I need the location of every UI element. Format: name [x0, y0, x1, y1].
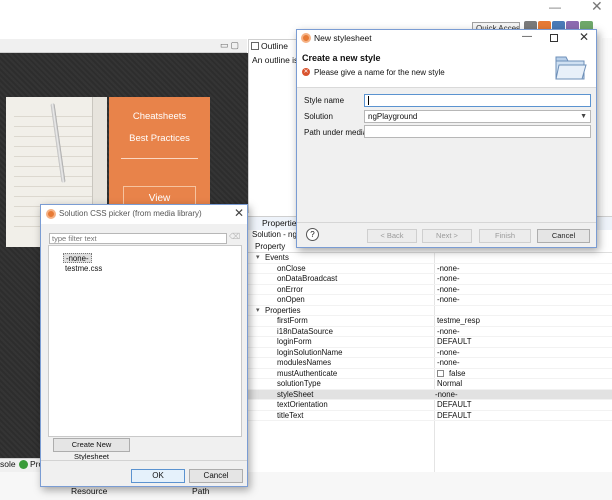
column-path[interactable]: Path — [192, 486, 210, 496]
list-item[interactable]: testme.css — [63, 264, 104, 274]
dialog-titlebar[interactable]: New stylesheet — ✕ — [297, 30, 596, 47]
properties-subtitle: Solution - ngP — [252, 230, 303, 239]
next-button[interactable]: Next > — [422, 229, 472, 243]
dialog-titlebar[interactable]: Solution CSS picker (from media library)… — [41, 205, 247, 224]
property-group-row[interactable]: ▾ Events — [248, 253, 612, 264]
property-row[interactable]: onDataBroadcast -none- — [248, 274, 612, 285]
properties-header-property[interactable]: Property — [255, 242, 285, 251]
property-row[interactable]: onOpen -none- — [248, 295, 612, 306]
list-item-selected[interactable]: -none- — [63, 253, 92, 263]
new-stylesheet-dialog: New stylesheet — ✕ Create a new style ✕ … — [296, 29, 597, 248]
dialog-banner: Create a new style ✕ Please give a name … — [297, 47, 596, 88]
close-icon[interactable]: ✕ — [234, 206, 244, 220]
folder-icon — [555, 56, 587, 80]
maximize-icon[interactable] — [550, 34, 558, 42]
collapse-icon[interactable]: ▾ — [256, 253, 260, 264]
editor-tab-bar — [0, 39, 247, 53]
style-name-label: Style name — [304, 96, 345, 105]
card-title: Cheatsheets — [132, 111, 187, 122]
text-caret — [368, 96, 369, 105]
filter-input[interactable]: type filter text — [49, 233, 227, 244]
editor-minmax-icons[interactable]: ▭▢ — [220, 40, 241, 51]
property-row[interactable]: onError -none- — [248, 285, 612, 295]
card-divider — [121, 158, 198, 159]
property-row[interactable]: loginSolutionName -none- — [248, 348, 612, 358]
stylesheet-list[interactable]: -none- testme.css — [48, 245, 242, 437]
back-button[interactable]: < Back — [367, 229, 417, 243]
solution-select[interactable]: ngPlayground ▼ — [364, 110, 591, 123]
property-row[interactable]: onClose -none- — [248, 264, 612, 274]
ok-button[interactable]: OK — [131, 469, 185, 483]
property-row[interactable]: titleText DEFAULT — [248, 411, 612, 421]
panel-divider — [248, 53, 249, 213]
chevron-down-icon[interactable]: ▼ — [580, 111, 587, 122]
clear-filter-icon[interactable]: ⌫ — [229, 232, 240, 241]
outline-message: An outline is not available. — [252, 55, 297, 65]
property-row-selected[interactable]: styleSheet -none- — [248, 389, 612, 400]
dialog-title: Solution CSS picker (from media library) — [59, 209, 202, 218]
error-icon: ✕ — [302, 68, 310, 76]
property-row[interactable]: loginForm DEFAULT — [248, 337, 612, 348]
create-new-stylesheet-button[interactable]: Create New Stylesheet — [53, 438, 130, 461]
servoy-logo-icon — [301, 33, 311, 43]
path-under-media-input[interactable] — [364, 125, 591, 138]
finish-button[interactable]: Finish — [479, 229, 531, 243]
window-minimize-icon[interactable]: — — [549, 0, 561, 14]
card-subtitle: Best Practices — [129, 133, 190, 144]
property-row[interactable]: i18nDataSource -none- — [248, 327, 612, 337]
cancel-button[interactable]: Cancel — [537, 229, 590, 243]
outline-icon — [251, 42, 259, 50]
dialog-separator — [297, 222, 596, 223]
property-row[interactable]: solutionType Normal — [248, 379, 612, 390]
column-resource[interactable]: Resource — [71, 486, 107, 496]
property-row[interactable]: textOrientation DEFAULT — [248, 400, 612, 411]
tab-console[interactable]: sole — [0, 459, 16, 469]
help-icon[interactable]: ? — [306, 228, 319, 241]
collapse-icon[interactable]: ▾ — [256, 306, 260, 317]
dialog-heading: Create a new style — [302, 53, 381, 63]
dialog-message: Please give a name for the new style — [314, 68, 445, 77]
property-row[interactable]: mustAuthenticate false — [248, 369, 612, 379]
property-row[interactable]: firstForm testme_resp — [248, 316, 612, 327]
style-name-input[interactable] — [364, 94, 591, 107]
close-icon[interactable]: ✕ — [579, 30, 589, 44]
solution-label: Solution — [304, 112, 333, 121]
css-picker-dialog: Solution CSS picker (from media library)… — [40, 204, 248, 487]
cancel-button[interactable]: Cancel — [189, 469, 243, 483]
dialog-title: New stylesheet — [314, 33, 372, 43]
must-authenticate-checkbox[interactable] — [437, 369, 444, 377]
dialog-separator — [41, 460, 247, 461]
property-group-row[interactable]: ▾ Properties — [248, 306, 612, 317]
servoy-logo-icon — [46, 209, 56, 219]
minimize-icon[interactable]: — — [522, 31, 532, 42]
property-row[interactable]: modulesNames -none- — [248, 358, 612, 369]
problems-icon — [19, 460, 28, 469]
window-close-icon[interactable]: ✕ — [591, 0, 603, 15]
path-under-media-label: Path under media — [304, 128, 368, 137]
